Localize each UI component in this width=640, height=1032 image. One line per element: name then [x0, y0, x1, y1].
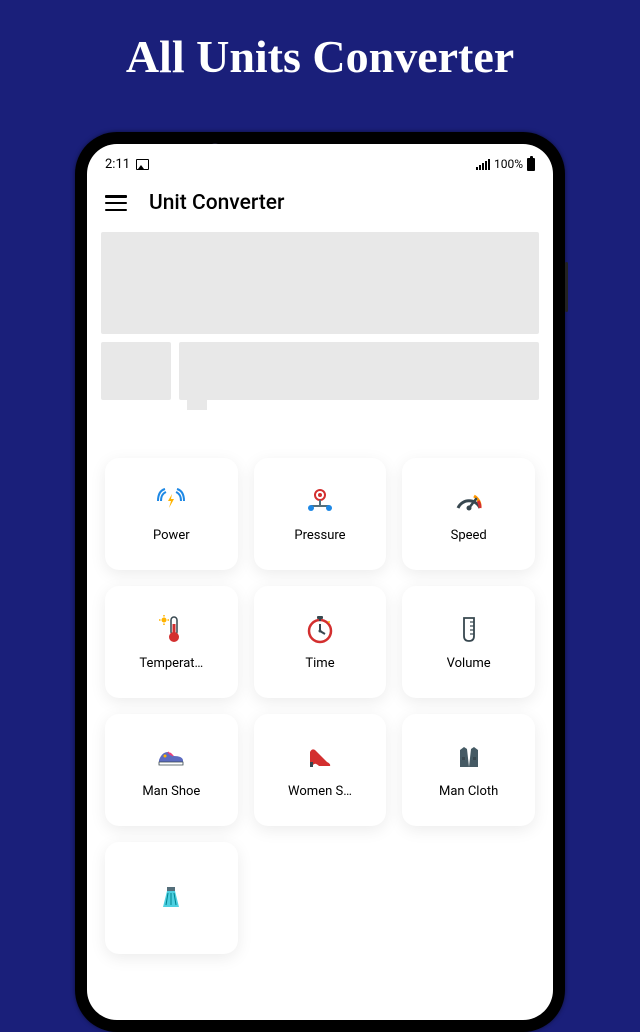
women-shoe-icon [305, 742, 335, 772]
ad-placeholder [101, 232, 539, 334]
tile-label: Time [305, 656, 334, 671]
phone-frame: 2:11 100% Unit Converter [75, 132, 565, 1032]
tile-man-cloth[interactable]: Man Cloth [402, 714, 535, 826]
tile-label: Man Cloth [439, 784, 498, 799]
status-right: 100% [476, 157, 535, 171]
tile-speed[interactable]: Speed [402, 458, 535, 570]
content: Power Pressure [87, 228, 553, 954]
tile-partial[interactable] [105, 842, 238, 954]
volume-icon [454, 614, 484, 644]
battery-icon [527, 158, 535, 171]
tile-power[interactable]: Power [105, 458, 238, 570]
tile-label: Volume [447, 656, 491, 671]
pressure-icon [305, 486, 335, 516]
ad-placeholder [101, 342, 171, 400]
tile-temperature[interactable]: Temperat… [105, 586, 238, 698]
status-time: 2:11 [105, 157, 130, 172]
power-icon [156, 486, 186, 516]
battery-percent: 100% [494, 157, 523, 171]
ad-placeholder [179, 342, 539, 400]
menu-icon[interactable] [105, 195, 127, 211]
ad-placeholder-row [101, 342, 539, 408]
tile-label: Power [153, 528, 190, 543]
image-icon [136, 159, 149, 170]
status-left: 2:11 [105, 157, 149, 172]
tile-women-shoe[interactable]: Women S… [254, 714, 387, 826]
time-icon [305, 614, 335, 644]
tile-man-shoe[interactable]: Man Shoe [105, 714, 238, 826]
tile-label: Pressure [294, 528, 345, 543]
tile-label: Women S… [288, 784, 352, 799]
screen: 2:11 100% Unit Converter [87, 144, 553, 1020]
man-shoe-icon [156, 742, 186, 772]
phone-side-button [565, 262, 568, 312]
tile-time[interactable]: Time [254, 586, 387, 698]
signal-icon [476, 159, 490, 170]
man-cloth-icon [454, 742, 484, 772]
category-grid: Power Pressure [101, 458, 539, 954]
temperature-icon [156, 614, 186, 644]
tile-pressure[interactable]: Pressure [254, 458, 387, 570]
skirt-icon [156, 883, 186, 913]
tile-label: Speed [451, 528, 487, 543]
app-title: Unit Converter [149, 191, 284, 215]
promo-title: All Units Converter [0, 0, 640, 103]
speed-icon [454, 486, 484, 516]
tile-label: Temperat… [139, 656, 203, 671]
app-bar: Unit Converter [87, 178, 553, 228]
tile-volume[interactable]: Volume [402, 586, 535, 698]
tile-label: Man Shoe [142, 784, 200, 799]
status-bar: 2:11 100% [87, 150, 553, 178]
